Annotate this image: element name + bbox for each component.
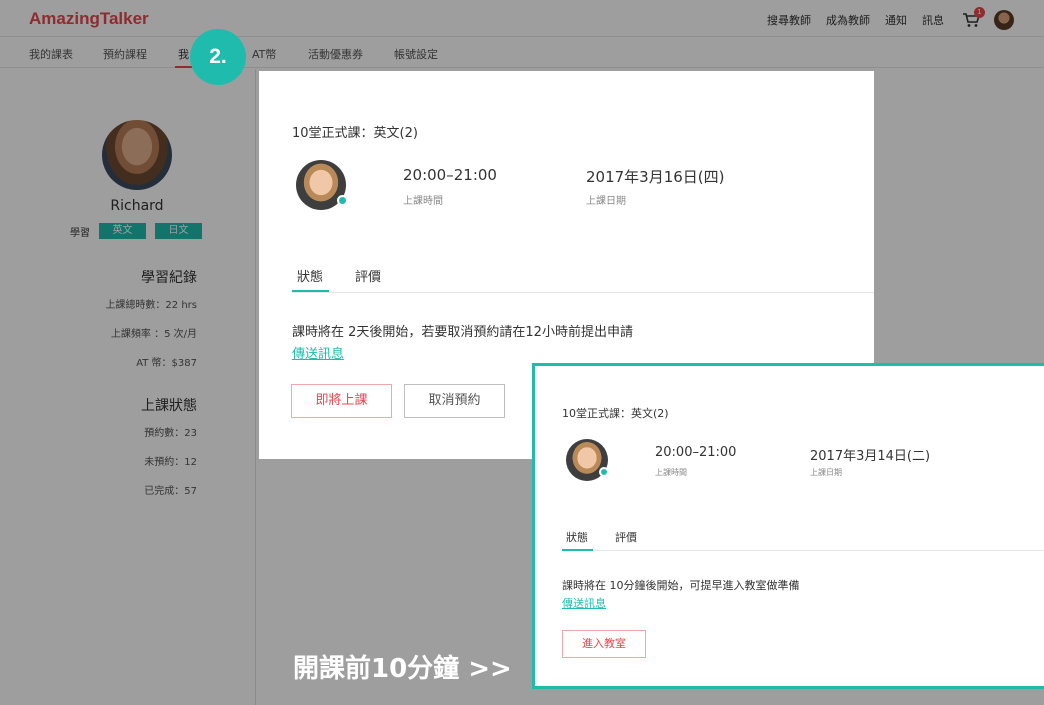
lesson-date-label: 上課日期 <box>810 468 842 477</box>
lesson-time-label: 上課時間 <box>655 468 687 477</box>
send-message-link[interactable]: 傳送訊息 <box>292 343 344 362</box>
enter-classroom-button[interactable]: 進入教室 <box>562 630 646 658</box>
modal-tabs: 狀態 評價 <box>292 266 874 293</box>
caption-text: 開課前10分鐘 >> <box>293 654 512 684</box>
modal-tabs: 狀態 評價 <box>562 529 1044 551</box>
lesson-date-label: 上課日期 <box>586 196 626 207</box>
lesson-detail-modal-10min: 10堂正式課：英文(2) 20:00–21:00 上課時間 2017年3月14日… <box>532 363 1044 689</box>
lesson-time-value: 20:00–21:00 <box>403 166 497 184</box>
lesson-time-value: 20:00–21:00 <box>655 445 737 460</box>
active-tab-indicator <box>292 290 329 292</box>
upcoming-lesson-button[interactable]: 即將上課 <box>291 384 392 418</box>
lesson-time-label: 上課時間 <box>403 196 443 207</box>
lesson-date-value: 2017年3月16日(四) <box>586 168 725 186</box>
tab-status[interactable]: 狀態 <box>566 529 588 545</box>
step-badge: 2. <box>190 29 246 85</box>
status-message: 課時將在 10分鐘後開始，可提早進入教室做準備 <box>562 579 800 592</box>
status-message: 課時將在 2天後開始，若要取消預約請在12小時前提出申請 <box>292 325 633 340</box>
online-status-dot <box>337 195 348 206</box>
cancel-booking-button[interactable]: 取消預約 <box>404 384 505 418</box>
lesson-date-value: 2017年3月14日(二) <box>810 449 931 464</box>
lesson-title: 10堂正式課：英文(2) <box>562 407 669 420</box>
online-status-dot <box>599 467 609 477</box>
tab-review[interactable]: 評價 <box>615 529 637 545</box>
active-tab-indicator <box>562 549 593 551</box>
send-message-link[interactable]: 傳送訊息 <box>562 595 606 611</box>
lesson-title: 10堂正式課：英文(2) <box>292 126 418 141</box>
tab-review[interactable]: 評價 <box>355 266 381 285</box>
tab-status[interactable]: 狀態 <box>297 266 323 285</box>
